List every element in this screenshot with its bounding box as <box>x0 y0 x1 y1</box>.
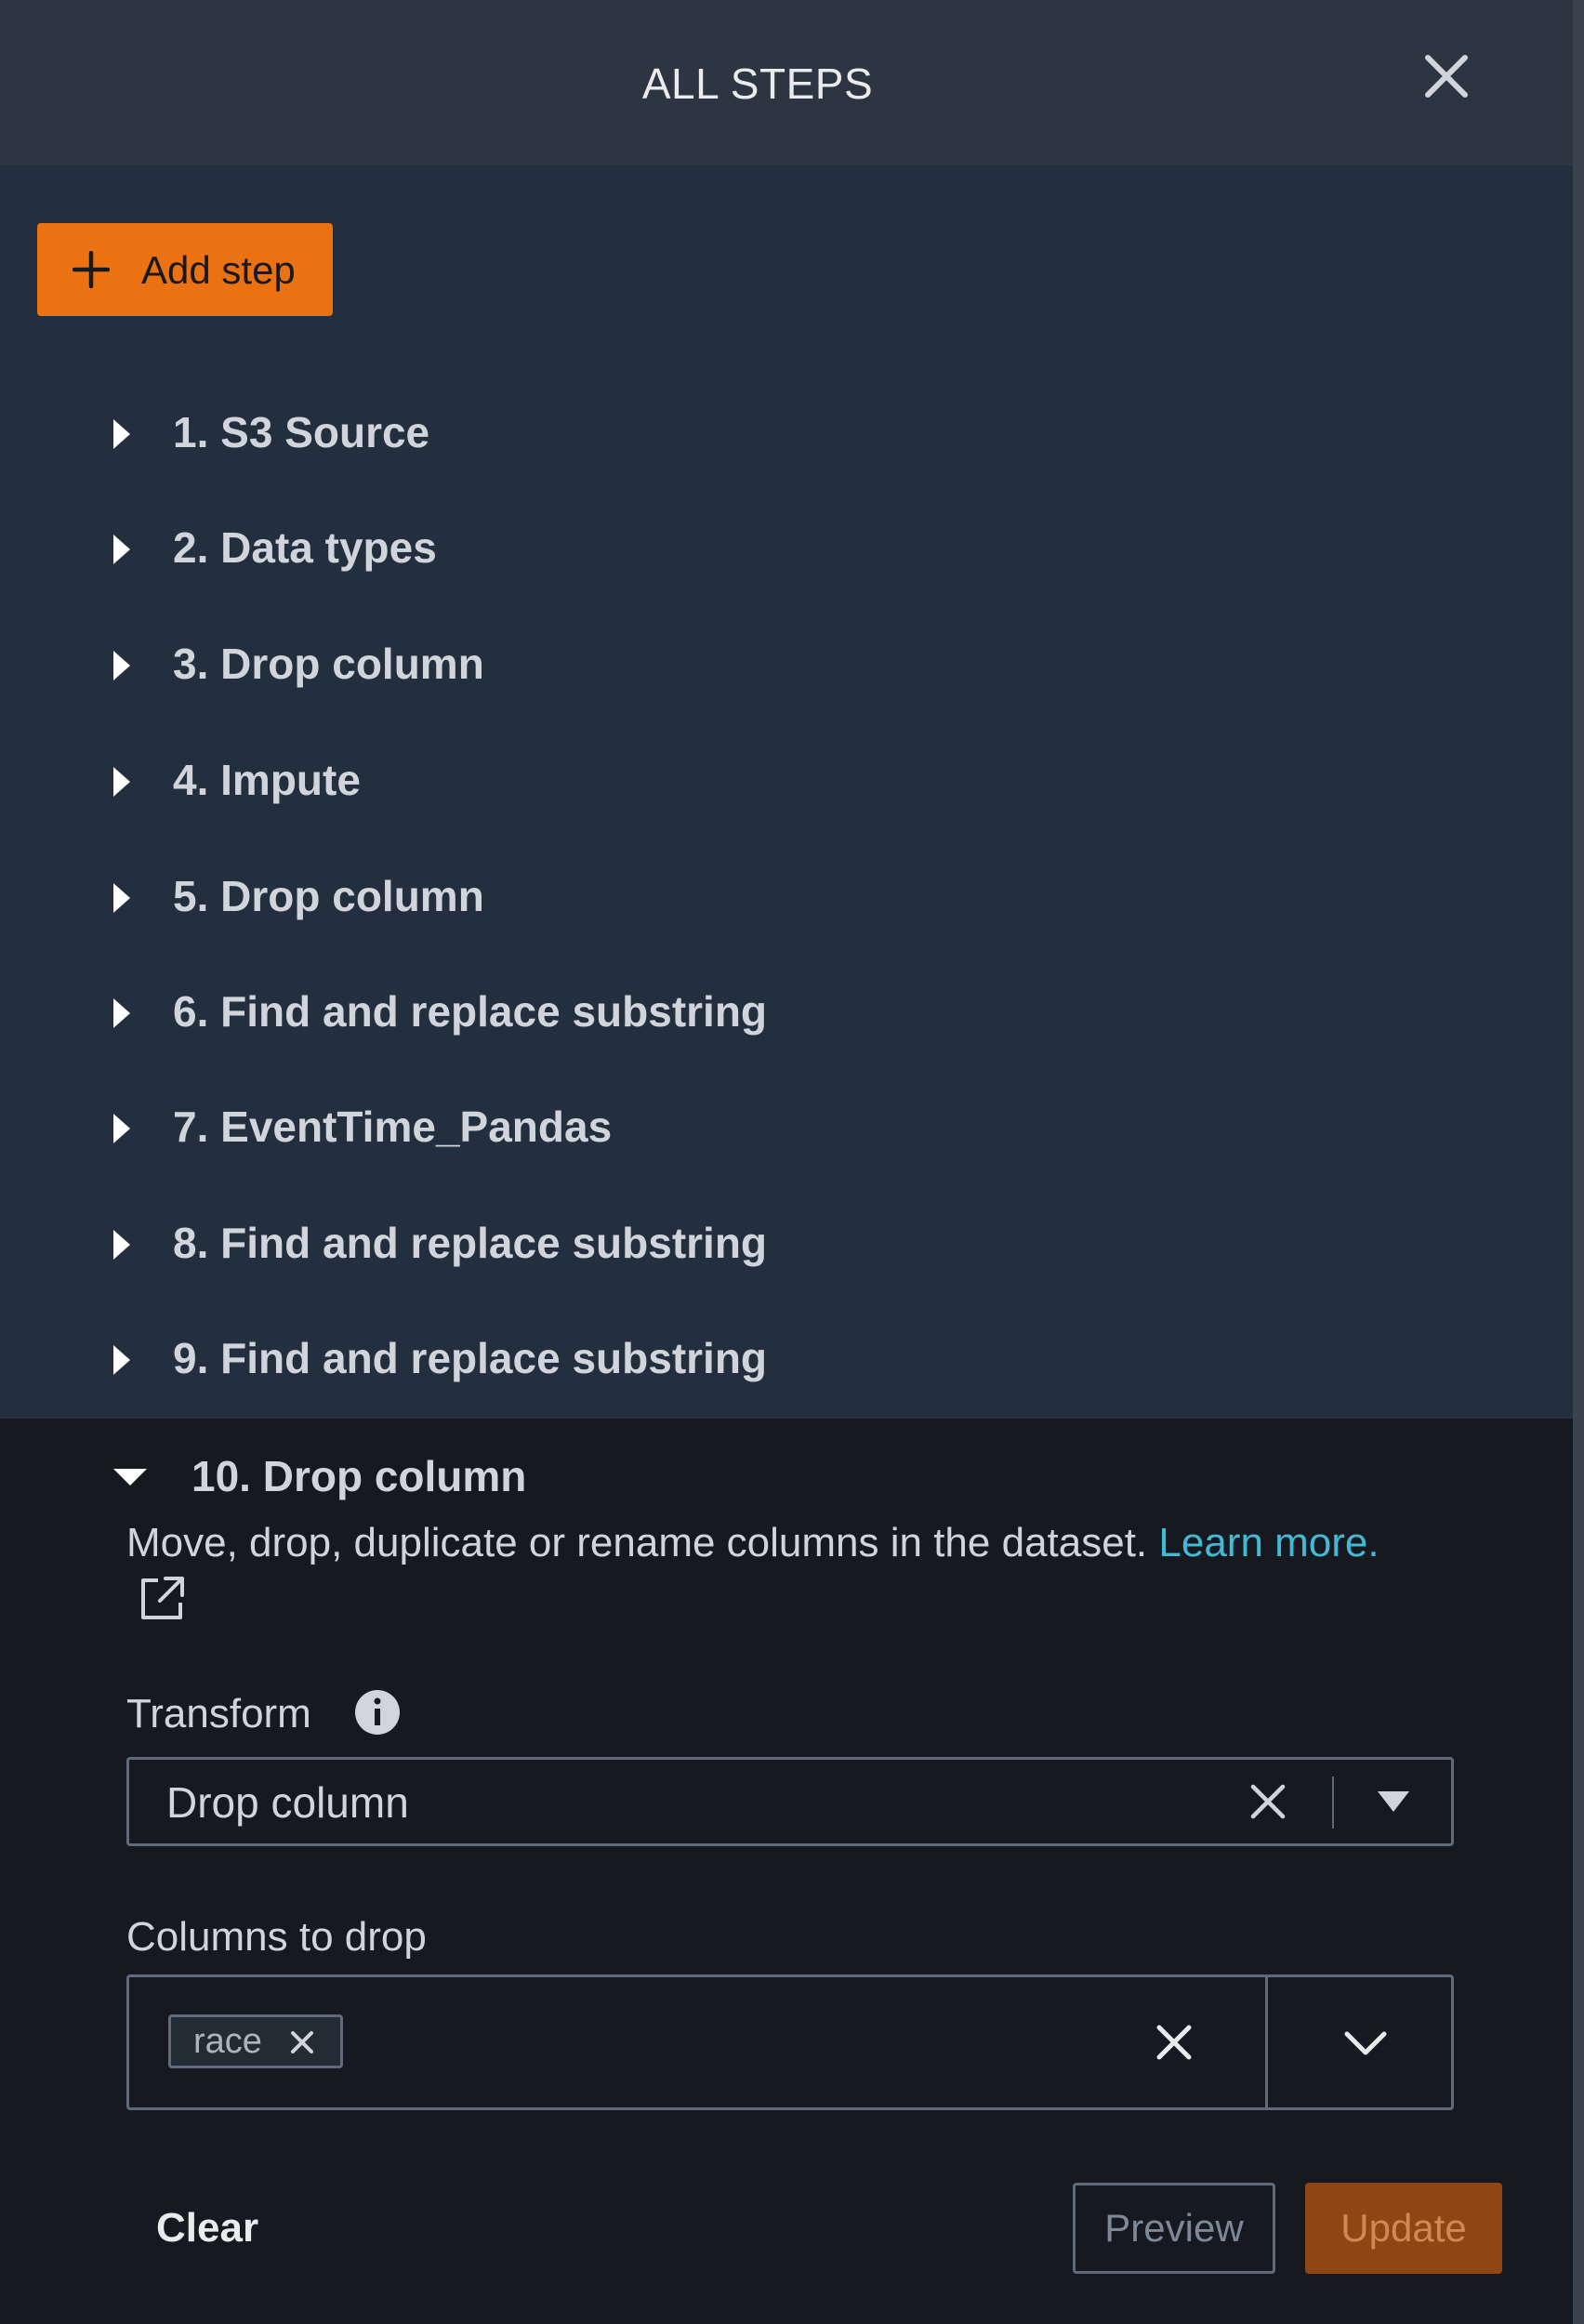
info-icon[interactable] <box>353 1688 402 1736</box>
all-steps-panel: ALL STEPS Add step 1. S3 Source 2. Data … <box>0 0 1584 2324</box>
close-button[interactable] <box>1419 48 1474 104</box>
clear-all-icon[interactable] <box>1155 2024 1193 2061</box>
update-button[interactable]: Update <box>1305 2183 1502 2274</box>
step-label: 6. Find and replace substring <box>173 987 768 1036</box>
step-item[interactable]: 9. Find and replace substring <box>102 1321 1311 1395</box>
caret-down-icon[interactable] <box>112 1467 149 1487</box>
chevron-down-icon[interactable] <box>1343 2029 1388 2057</box>
transform-select[interactable]: Drop column <box>126 1757 1454 1846</box>
remove-token-icon[interactable] <box>290 2030 314 2054</box>
column-token-label: race <box>193 2022 262 2061</box>
select-divider <box>1332 1776 1334 1829</box>
step-label: 4. Impute <box>173 756 361 804</box>
caret-right-icon <box>113 998 130 1028</box>
step-item[interactable]: 4. Impute <box>102 743 1311 817</box>
step-item[interactable]: 3. Drop column <box>102 627 1311 701</box>
caret-right-icon <box>113 883 130 913</box>
panel-title: ALL STEPS <box>641 59 874 108</box>
column-token: race <box>168 2014 343 2068</box>
step-item[interactable]: 8. Find and replace substring <box>102 1206 1311 1280</box>
description-text: Move, drop, duplicate or rename columns … <box>126 1520 1148 1565</box>
expanded-step-title[interactable]: 10. Drop column <box>191 1439 526 1513</box>
caret-right-icon <box>113 419 130 449</box>
transform-select-value: Drop column <box>166 1778 409 1827</box>
step-description: Move, drop, duplicate or rename columns … <box>126 1513 1379 1573</box>
step-item[interactable]: 6. Find and replace substring <box>102 974 1311 1049</box>
add-step-label: Add step <box>141 248 296 292</box>
step-label: 3. Drop column <box>173 640 484 688</box>
clear-button[interactable]: Clear <box>130 2186 284 2270</box>
close-icon <box>1425 55 1468 98</box>
learn-more-link[interactable]: Learn more. <box>1158 1520 1379 1565</box>
step-label: 9. Find and replace substring <box>173 1334 768 1382</box>
panel-edge <box>1573 0 1584 2324</box>
step-item[interactable]: 7. EventTime_Pandas <box>102 1089 1311 1164</box>
caret-down-icon[interactable] <box>1377 1789 1410 1814</box>
step-item[interactable]: 1. S3 Source <box>102 395 1311 469</box>
columns-to-drop-label: Columns to drop <box>126 1914 427 1960</box>
step-label: 1. S3 Source <box>173 408 430 456</box>
caret-right-icon <box>113 1114 130 1143</box>
panel-header: ALL STEPS <box>0 0 1578 165</box>
transform-label: Transform <box>126 1691 311 1736</box>
caret-right-icon <box>113 535 130 564</box>
caret-right-icon <box>113 1230 130 1260</box>
step-label: 7. EventTime_Pandas <box>173 1103 613 1151</box>
step-item[interactable]: 2. Data types <box>102 510 1311 585</box>
preview-button[interactable]: Preview <box>1073 2183 1275 2274</box>
plus-icon <box>73 251 110 288</box>
caret-right-icon <box>113 651 130 680</box>
multiselect-divider <box>1265 1977 1268 2107</box>
columns-multiselect[interactable]: race <box>126 1974 1454 2110</box>
caret-right-icon <box>113 767 130 797</box>
external-link-icon[interactable] <box>138 1575 186 1623</box>
clear-icon[interactable] <box>1249 1783 1287 1820</box>
caret-right-icon <box>113 1345 130 1375</box>
step-label: 2. Data types <box>173 523 437 572</box>
add-step-button[interactable]: Add step <box>37 223 333 316</box>
step-label: 8. Find and replace substring <box>173 1219 768 1267</box>
step-item[interactable]: 5. Drop column <box>102 859 1311 933</box>
step-label: 5. Drop column <box>173 872 484 920</box>
